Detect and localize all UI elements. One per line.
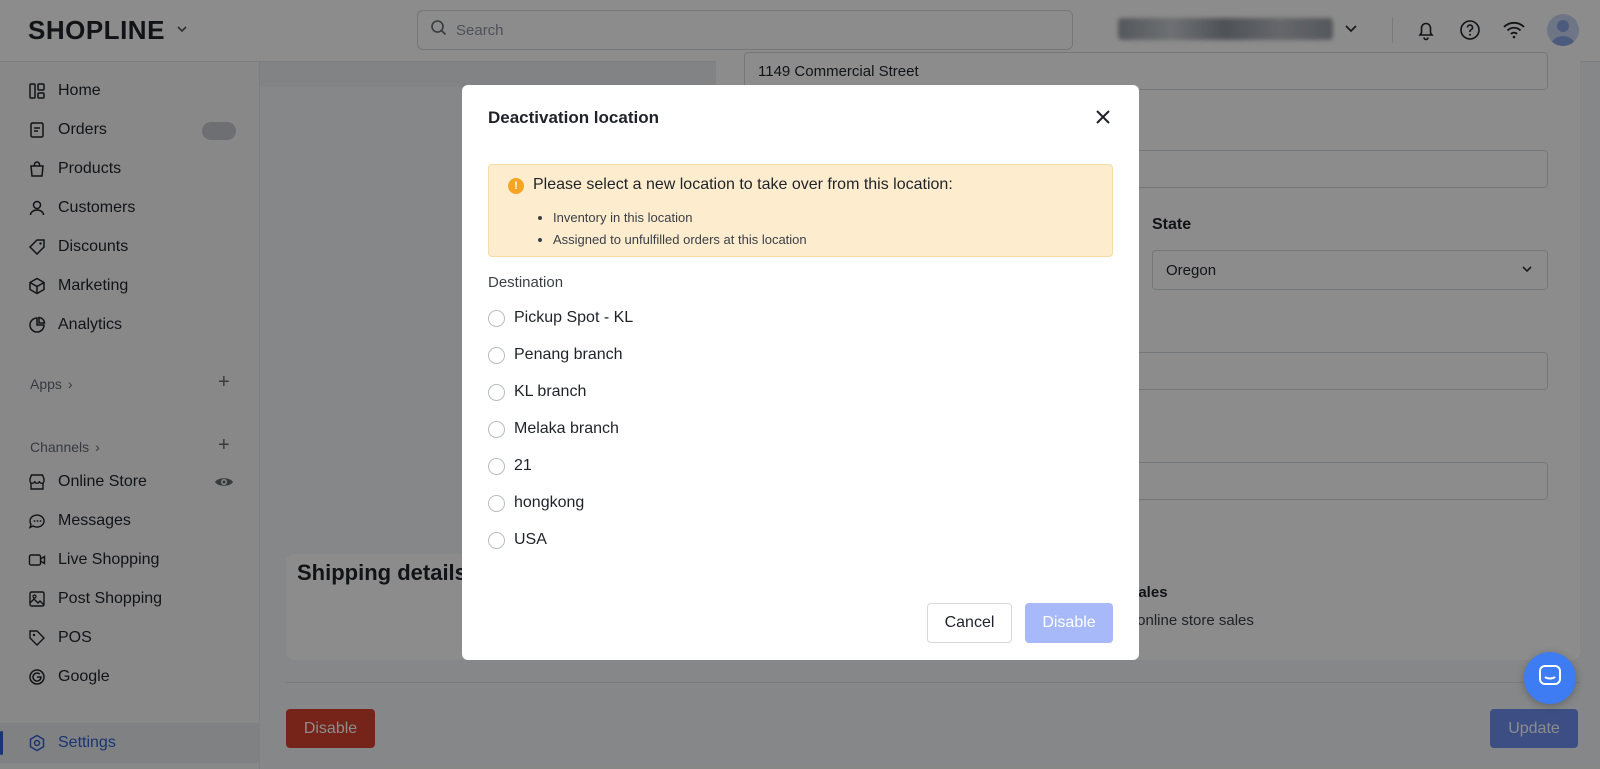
destination-option[interactable]: 21 [488,454,532,478]
warning-icon: ! [508,178,524,194]
cancel-button[interactable]: Cancel [927,603,1012,643]
radio-button[interactable] [488,346,505,364]
destination-option[interactable]: Pickup Spot - KL [488,306,633,330]
destination-option[interactable]: Penang branch [488,343,623,367]
destination-label: Destination [488,274,564,291]
alert-list: Inventory in this location Assigned to u… [553,208,807,252]
option-label: Pickup Spot - KL [514,309,634,326]
modal-title: Deactivation location [488,108,659,127]
alert-list-item: Assigned to unfulfilled orders at this l… [553,230,807,252]
option-label: USA [514,531,547,548]
option-label: Melaka branch [514,420,619,437]
option-label: Penang branch [514,346,623,363]
alert-title: Please select a new location to take ove… [533,176,953,193]
radio-button[interactable] [488,531,505,549]
radio-button[interactable] [488,457,505,475]
option-label: 21 [514,457,532,474]
destination-option[interactable]: USA [488,528,547,552]
chat-icon [1537,663,1563,694]
deactivation-modal: Deactivation location ! Please select a … [462,85,1139,660]
alert-list-item: Inventory in this location [553,208,807,230]
destination-option[interactable]: Melaka branch [488,417,619,441]
destination-option[interactable]: KL branch [488,380,586,404]
close-icon[interactable] [1090,104,1116,130]
destination-option[interactable]: hongkong [488,491,584,515]
disable-button[interactable]: Disable [1025,603,1113,643]
option-label: hongkong [514,494,585,511]
warning-alert: ! Please select a new location to take o… [488,164,1113,257]
radio-button[interactable] [488,420,505,438]
chat-support-button[interactable] [1524,652,1576,704]
radio-button[interactable] [488,494,505,512]
option-label: KL branch [514,383,587,400]
radio-button[interactable] [488,383,505,401]
radio-button[interactable] [488,309,505,327]
